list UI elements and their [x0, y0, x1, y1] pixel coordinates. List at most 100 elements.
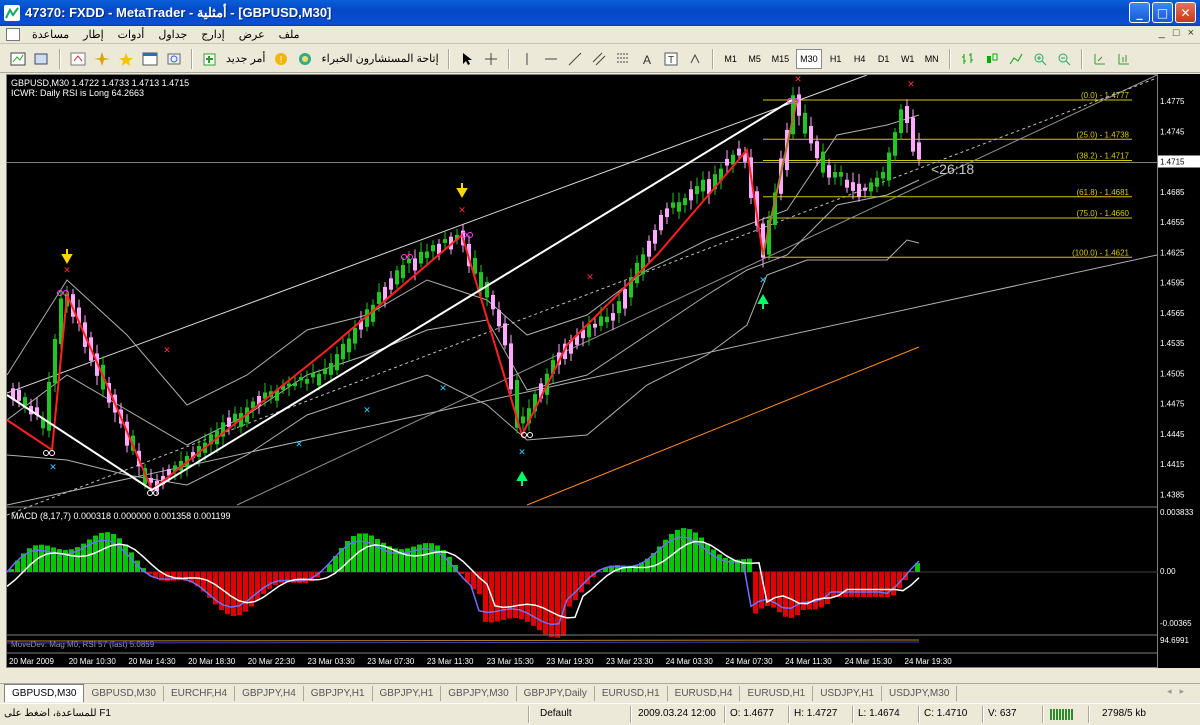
regression-midline — [7, 77, 1158, 516]
status-separator — [630, 706, 632, 723]
candlestick-icon[interactable] — [982, 49, 1002, 69]
vertical-line-icon[interactable] — [517, 49, 537, 69]
macd-positive-bar — [423, 543, 428, 572]
price-chart[interactable]: GBPUSD,M30 1.4722 1.4733 1.4713 1.4715 I… — [7, 75, 1159, 669]
tab-gbpjpy-daily[interactable]: GBPJPY,Daily — [517, 685, 595, 701]
tab-usdjpy-h1[interactable]: USDJPY,H1 — [813, 685, 882, 701]
menu-file[interactable]: ملف — [277, 27, 302, 42]
status-bar: للمساعدة، اضغط على F1 Default 2009.03.24… — [0, 703, 1200, 725]
macd-positive-bar — [693, 532, 698, 572]
timeframe-m15[interactable]: M15 — [769, 49, 793, 69]
tab-eurusd-h1[interactable]: EURUSD,H1 — [595, 685, 668, 701]
tab-scroll-arrows-icon[interactable]: ◂▸ — [1167, 686, 1192, 697]
menu-window[interactable]: إطار — [81, 27, 105, 42]
bull-candle — [671, 202, 675, 208]
menu-view[interactable]: عرض — [237, 27, 267, 42]
bull-candle — [395, 270, 399, 285]
current-price-label: 1.4715 — [1160, 158, 1185, 167]
new-order-icon[interactable] — [200, 49, 220, 69]
child-restore-button[interactable]: □ — [1173, 27, 1180, 39]
document-icon[interactable] — [6, 28, 20, 41]
trendline-icon[interactable] — [565, 49, 585, 69]
new-chart-icon[interactable] — [8, 49, 28, 69]
chart-indicator-header: ICWR: Daily RSI is Long 64.2663 — [11, 88, 144, 98]
macd-positive-bar — [99, 532, 104, 572]
time-axis-label: 24 Mar 11:30 — [785, 657, 832, 666]
timeframe-m5[interactable]: M5 — [745, 49, 765, 69]
macd-negative-bar — [255, 572, 260, 601]
expert-advisors-icon[interactable] — [295, 49, 315, 69]
timeframe-d1[interactable]: D1 — [874, 49, 894, 69]
timeframe-m30[interactable]: M30 — [796, 48, 822, 69]
bar-chart-icon[interactable] — [958, 49, 978, 69]
svg-text:!: ! — [279, 55, 283, 66]
tab-gbpjpy-h1-2[interactable]: GBPJPY,H1 — [373, 685, 442, 701]
expert-advisors-button[interactable]: إتاحة المستشارون الخبراء — [319, 49, 440, 69]
signal-cross-icon: ✕ — [458, 206, 466, 216]
cursor-icon[interactable] — [457, 49, 477, 69]
status-close: C: 1.4710 — [924, 708, 968, 719]
navigator-icon[interactable] — [92, 49, 112, 69]
minimize-button[interactable]: _ — [1129, 2, 1150, 23]
tab-gbpjpy-m30[interactable]: GBPJPY,M30 — [441, 685, 517, 701]
timeframe-mn[interactable]: MN — [922, 49, 942, 69]
market-watch-icon[interactable] — [68, 49, 88, 69]
tab-gbpjpy-h4[interactable]: GBPJPY,H4 — [235, 685, 304, 701]
bollinger-band — [7, 239, 920, 486]
menu-help[interactable]: مساعدة — [30, 27, 71, 42]
text-tool-icon[interactable]: A — [637, 49, 657, 69]
zoom-out-icon[interactable] — [1054, 49, 1074, 69]
text-label-icon[interactable]: T — [661, 49, 681, 69]
tab-eurchf-h4[interactable]: EURCHF,H4 — [164, 685, 236, 701]
close-button[interactable]: ✕ — [1175, 2, 1196, 23]
auto-scroll-icon[interactable] — [1090, 49, 1110, 69]
tab-gbpusd-m30[interactable]: GBPUSD,M30 — [84, 685, 164, 701]
macd-header: MACD (8,17,7) 0.000318 0.000000 0.001358… — [11, 511, 231, 521]
time-axis-label: 23 Mar 07:30 — [367, 657, 415, 666]
menu-insert[interactable]: إدارج — [199, 27, 226, 42]
line-chart-icon[interactable] — [1006, 49, 1026, 69]
child-minimize-button[interactable]: _ — [1159, 27, 1165, 39]
timeframe-m1[interactable]: M1 — [721, 49, 741, 69]
menu-charts[interactable]: جداول — [156, 27, 189, 42]
timeframe-h4[interactable]: H4 — [850, 49, 870, 69]
toolbar-separator — [191, 48, 193, 69]
tab-eurusd-h1-2[interactable]: EURUSD,H1 — [740, 685, 814, 701]
arrows-icon[interactable] — [685, 49, 705, 69]
profiles-icon[interactable] — [32, 49, 52, 69]
price-scale-label: 1.4595 — [1160, 279, 1185, 288]
signal-cross-icon: ✕ — [439, 384, 447, 394]
tab-gbpusd-m30-active[interactable]: GBPUSD,M30 — [4, 684, 85, 702]
menu-tools[interactable]: أدوات — [116, 27, 147, 42]
macd-negative-bar — [495, 572, 500, 622]
macd-negative-bar — [825, 572, 830, 605]
crosshair-icon[interactable] — [481, 49, 501, 69]
terminal-icon[interactable] — [140, 49, 160, 69]
bear-candle — [491, 294, 495, 310]
macd-negative-bar — [567, 572, 572, 607]
price-scale-label: 1.4565 — [1160, 309, 1185, 318]
timeframe-h1[interactable]: H1 — [826, 49, 846, 69]
maximize-button[interactable]: □ — [1152, 2, 1173, 23]
favorites-icon[interactable] — [116, 49, 136, 69]
new-order-button[interactable]: أمر جديد — [224, 49, 267, 69]
timeframe-w1[interactable]: W1 — [898, 49, 918, 69]
bear-candle — [815, 141, 819, 159]
equidistant-channel-icon[interactable] — [589, 49, 609, 69]
tab-gbpjpy-h1[interactable]: GBPJPY,H1 — [304, 685, 373, 701]
zoom-in-icon[interactable] — [1030, 49, 1050, 69]
child-close-button[interactable]: × — [1188, 27, 1194, 39]
pivot-circle-icon — [527, 432, 533, 438]
chart-shift-icon[interactable] — [1114, 49, 1134, 69]
tab-usdjpy-m30[interactable]: USDJPY,M30 — [882, 685, 958, 701]
tester-icon[interactable] — [164, 49, 184, 69]
fibonacci-icon[interactable] — [613, 49, 633, 69]
tab-eurusd-h4[interactable]: EURUSD,H4 — [668, 685, 741, 701]
signal-cross-icon: ✕ — [907, 80, 915, 90]
horizontal-line-icon[interactable] — [541, 49, 561, 69]
chart-window[interactable]: GBPUSD,M30 1.4722 1.4733 1.4713 1.4715 I… — [6, 74, 1159, 669]
bull-candle — [317, 373, 321, 386]
bull-candle — [311, 373, 315, 378]
macd-negative-bar — [873, 572, 878, 597]
bull-candle — [869, 182, 873, 192]
